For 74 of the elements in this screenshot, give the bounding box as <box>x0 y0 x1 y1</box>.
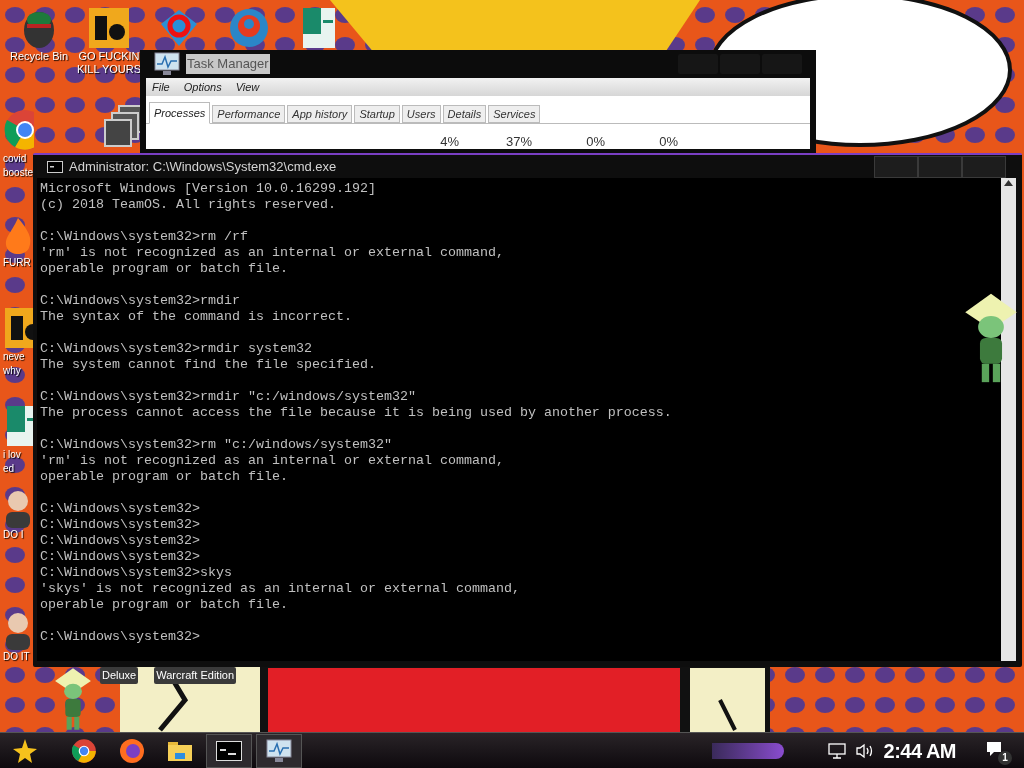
notification-button[interactable]: 1 <box>984 738 1010 763</box>
console-line: C:\Windows\system32>rm "c:/windows/system32" <box>40 437 393 453</box>
notification-count: 1 <box>998 750 1012 765</box>
console-line: C:\Windows\system32>rm /rf <box>40 229 249 245</box>
console-line: The process cannot access the file because it is being used by another process. <box>40 405 673 421</box>
column-value: 37% <box>504 135 532 149</box>
icon-label: DO IT <box>3 650 30 664</box>
monitor-graph-icon <box>266 738 292 763</box>
icon-label: i lov <box>3 448 21 462</box>
tab[interactable]: Performance <box>212 105 286 123</box>
console-line: C:\Windows\system32> <box>40 549 201 565</box>
clock: 2:44 AM <box>883 738 956 764</box>
console-line: operable program or batch file. <box>40 261 289 277</box>
terminal-icon <box>47 160 63 173</box>
console-line: operable program or batch file. <box>40 469 289 485</box>
console-line: (c) 2018 TeamOS. All rights reserved. <box>40 197 337 213</box>
tab[interactable]: Processes <box>149 102 211 124</box>
console-line: Microsoft Windows [Version 10.0.16299.192] <box>40 181 377 197</box>
console-line: The system cannot find the file specified. <box>40 357 377 373</box>
icon-label: Warcraft Edition <box>154 667 237 684</box>
fox-globe-icon <box>119 737 145 764</box>
flame-icon <box>3 216 33 256</box>
icon-label: Deluxe <box>100 667 139 684</box>
tab[interactable]: Startup <box>354 105 400 123</box>
icon-label: neve <box>3 350 25 364</box>
monitor-graph-icon <box>154 52 180 76</box>
console-line: 'rm' is not recognized as an internal or external command, <box>40 245 505 261</box>
menu-item[interactable]: View <box>235 78 260 96</box>
taskbar-band <box>712 742 784 759</box>
round-logo-icon <box>3 108 34 152</box>
column-value: 0% <box>658 135 678 149</box>
console-line: C:\Windows\system32>rmdir <box>40 293 241 309</box>
taskbar-button[interactable] <box>256 733 302 768</box>
console-line: The syntax of the command is incorrect. <box>40 309 353 325</box>
icon-label: covid <box>3 152 27 166</box>
icon-label: Recycle Bin <box>9 50 69 63</box>
swirl-logo-icon <box>227 6 271 50</box>
star-logo-icon <box>12 737 38 764</box>
icon-label: booste <box>3 166 34 180</box>
folder-icon <box>167 739 193 762</box>
console-line: C:\Windows\system32> <box>40 501 201 517</box>
person-icon <box>3 488 33 528</box>
icon-label: FURR <box>3 256 31 270</box>
console-line: C:\Windows\system32> <box>40 517 201 533</box>
console-line: C:\Windows\system32>rmdir system32 <box>40 341 313 357</box>
console-line: C:\Windows\system32> <box>40 629 201 645</box>
tab[interactable]: Users <box>401 105 441 123</box>
speaker-icon <box>855 742 874 759</box>
message-icon <box>986 740 1002 757</box>
icon-label: GO FUCKIN <box>78 50 140 63</box>
menu-item[interactable]: Options <box>183 78 222 96</box>
window-title: Task Manager <box>186 54 270 74</box>
person-icon <box>3 610 33 650</box>
window-title: Administrator: C:\Windows\System32\cmd.exe <box>69 157 337 176</box>
app-tile-icon <box>87 6 131 50</box>
column-value: 4% <box>439 135 459 149</box>
console-line: 'skys' is not recognized as an internal or external command, <box>40 581 521 597</box>
console-line: operable program or batch file. <box>40 597 289 613</box>
tab[interactable]: App history <box>287 105 353 123</box>
column-value: 0% <box>585 135 605 149</box>
console-line: C:\Windows\system32>rmdir "c:/windows/system32" <box>40 389 417 405</box>
console-line: C:\Windows\system32> <box>40 533 201 549</box>
network-icon <box>827 742 846 759</box>
taskbar-button[interactable] <box>206 733 252 768</box>
tab[interactable]: Services <box>488 105 541 123</box>
tab[interactable]: Details <box>442 105 487 123</box>
console-line: C:\Windows\system32>skys <box>40 565 233 581</box>
terminal-icon <box>216 740 242 761</box>
round-logo-icon <box>71 737 97 764</box>
menu-item[interactable]: File <box>152 78 170 96</box>
console-line: 'rm' is not recognized as an internal or external command, <box>40 453 505 469</box>
scroll-up-icon[interactable] <box>1004 180 1013 186</box>
icon-label: DO I <box>3 528 24 542</box>
scrollbar[interactable] <box>1001 178 1016 661</box>
